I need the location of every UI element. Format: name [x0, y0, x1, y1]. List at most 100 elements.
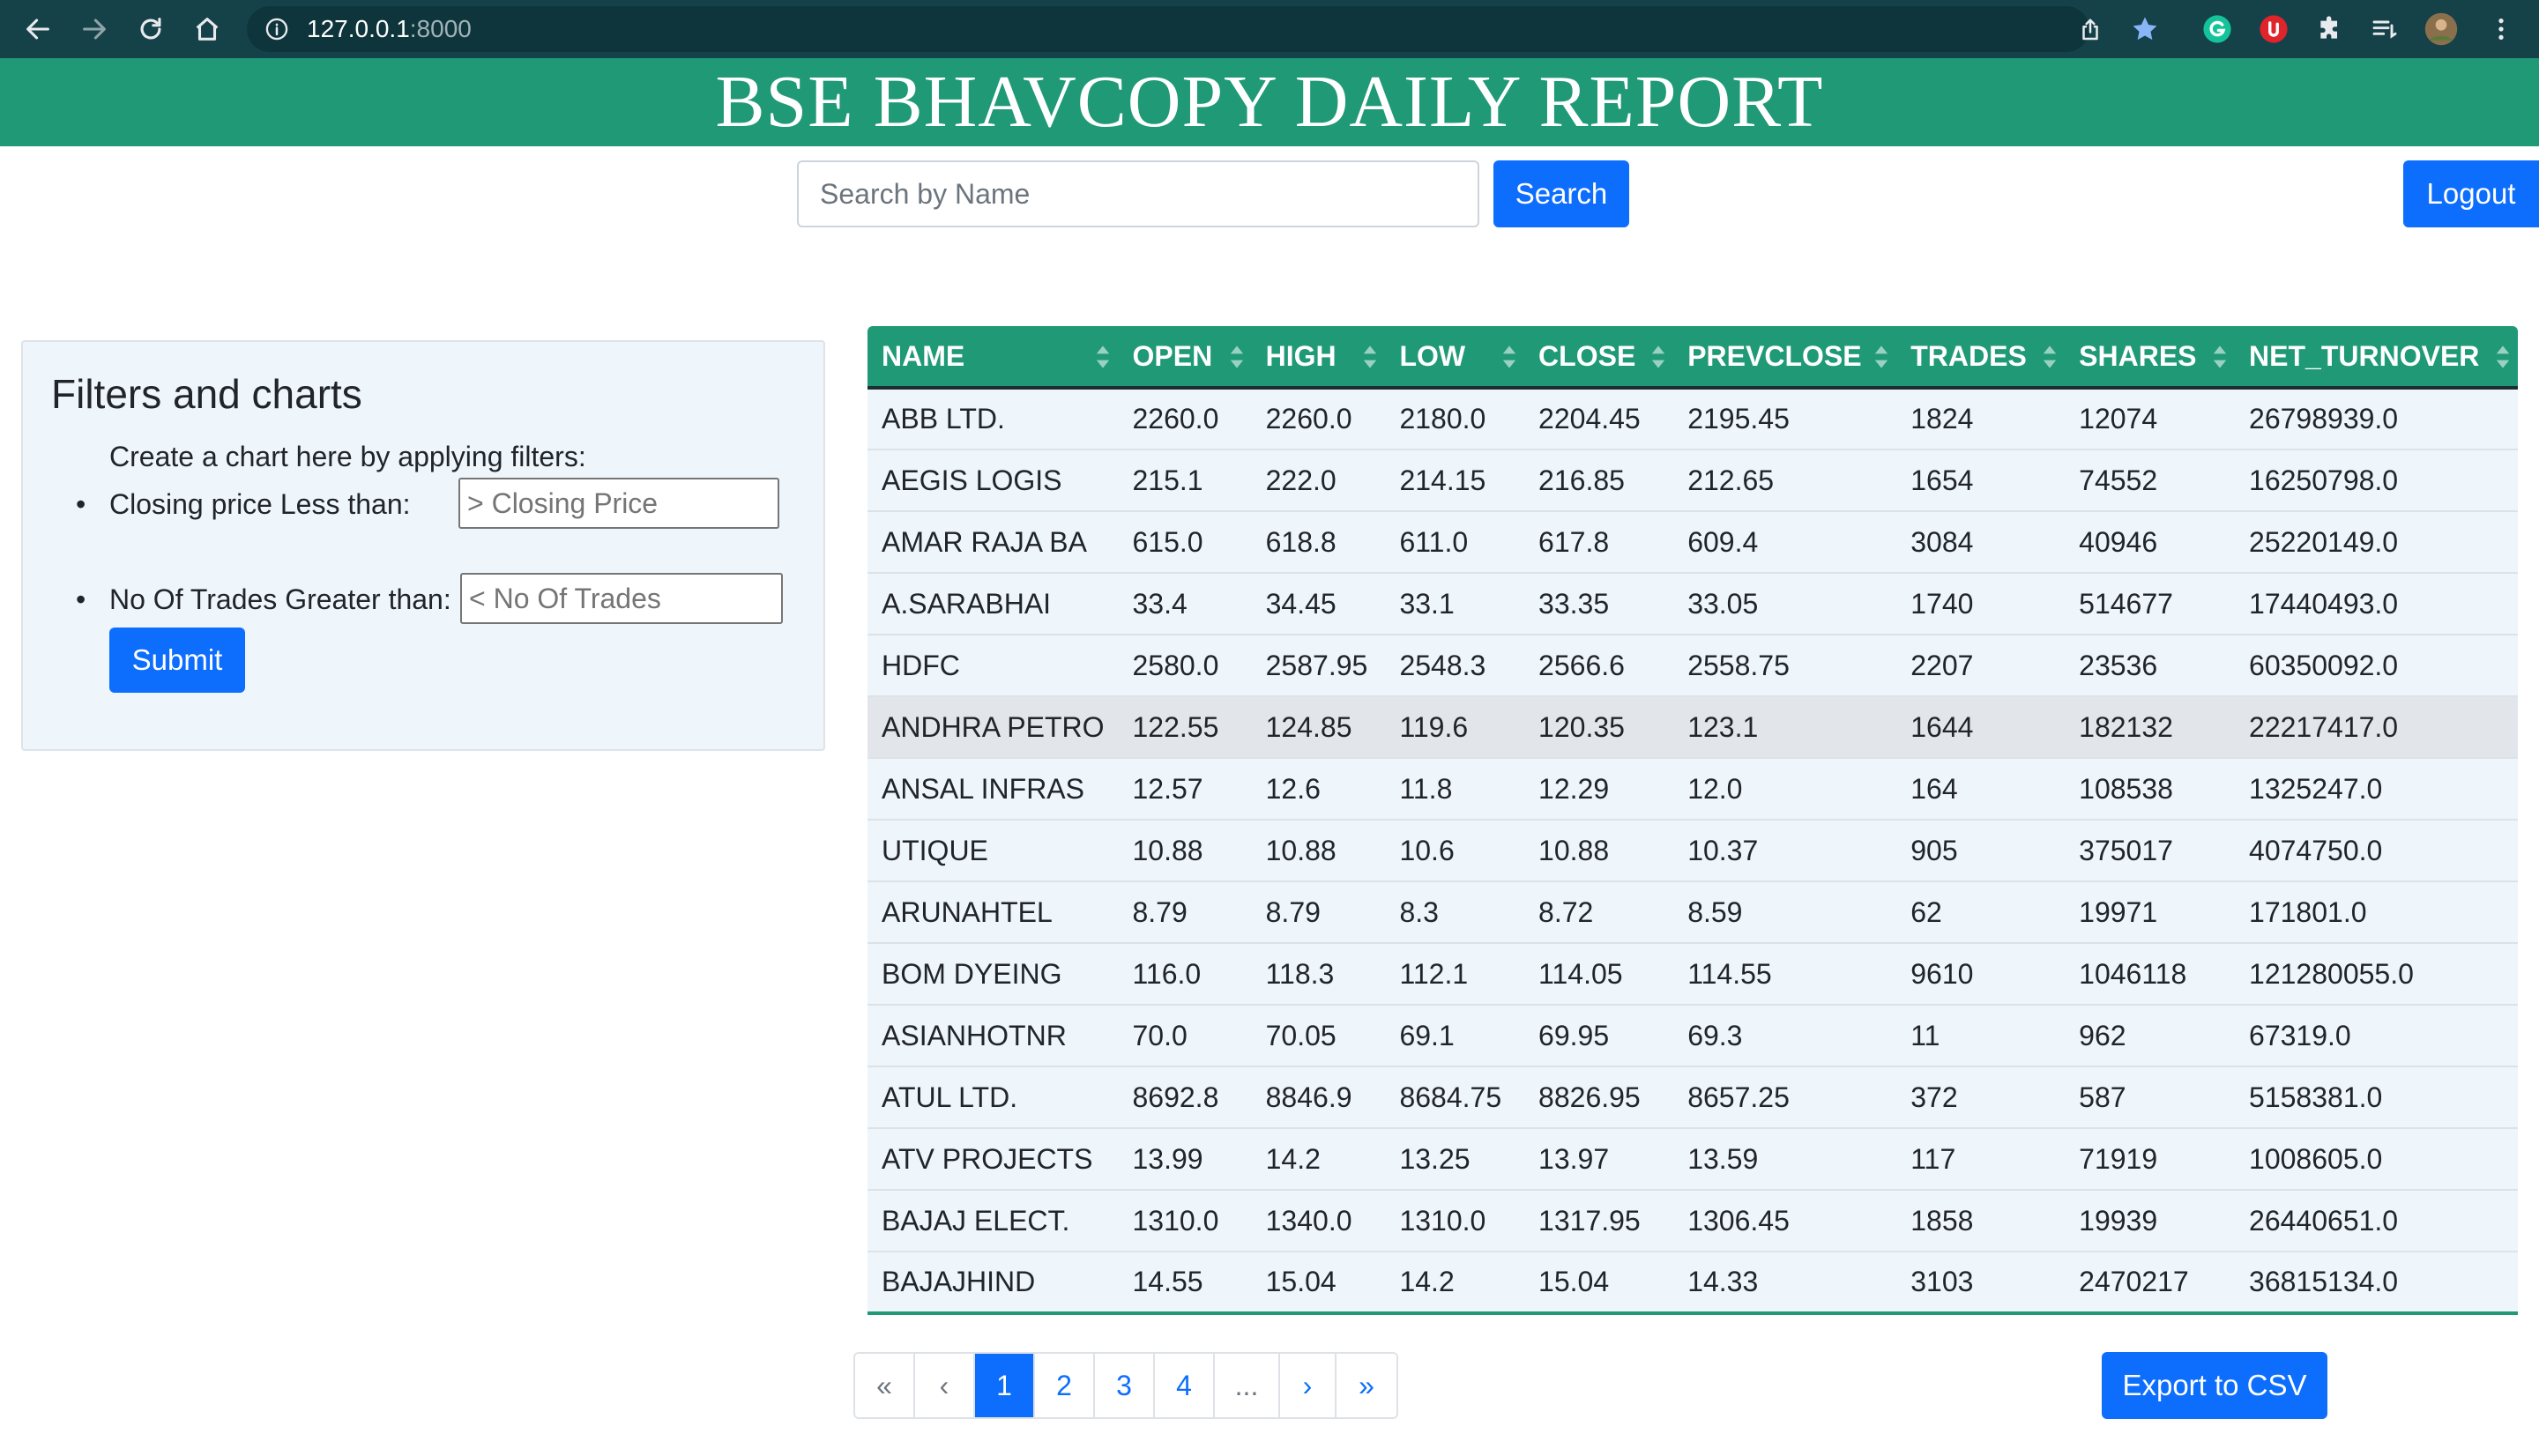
- table-cell-prevclose: 12.0: [1673, 758, 1897, 821]
- filters-intro: Create a chart here by applying filters:: [109, 441, 586, 472]
- reload-icon[interactable]: [130, 9, 171, 49]
- column-header-trades[interactable]: TRADES: [1896, 326, 2066, 390]
- home-icon[interactable]: [187, 9, 227, 49]
- table-row[interactable]: AEGIS LOGIS 215.1 222.0 214.15 216.85 212.65 1…: [867, 449, 2518, 512]
- table-row[interactable]: ATUL LTD. 8692.8 8846.9 8684.75 8826.95 8657.…: [867, 1066, 2518, 1129]
- trades-input[interactable]: [460, 573, 783, 624]
- sort-icon[interactable]: [1501, 344, 1517, 370]
- share-icon[interactable]: [2077, 17, 2103, 43]
- table-cell-name: ABB LTD.: [867, 388, 1119, 450]
- closing-price-label: Closing price Less than:: [109, 488, 411, 520]
- extension-red-icon[interactable]: [2257, 12, 2290, 46]
- table-row[interactable]: UTIQUE 10.88 10.88 10.6 10.88 10.37 905 375017 4…: [867, 820, 2518, 882]
- table-cell-shares: 74552: [2065, 449, 2236, 512]
- page-2[interactable]: 2: [1035, 1354, 1095, 1417]
- table-cell-close: 12.29: [1524, 758, 1674, 821]
- puzzle-extensions-icon[interactable]: [2313, 12, 2347, 46]
- sort-icon[interactable]: [1650, 344, 1666, 370]
- export-csv-button[interactable]: Export to CSV: [2102, 1352, 2327, 1419]
- reading-list-icon[interactable]: [2368, 12, 2401, 46]
- table-cell-close: 1317.95: [1524, 1190, 1674, 1252]
- table-cell-close: 33.35: [1524, 573, 1674, 635]
- page-last[interactable]: »: [1337, 1354, 1396, 1417]
- column-header-shares[interactable]: SHARES: [2065, 326, 2236, 390]
- page-title: BSE BHAVCOPY DAILY REPORT: [715, 61, 1824, 143]
- trades-label: No Of Trades Greater than:: [109, 583, 451, 615]
- table-row[interactable]: BAJAJHIND 14.55 15.04 14.2 15.04 14.33 3103 247…: [867, 1252, 2518, 1315]
- table-cell-close: 114.05: [1524, 943, 1674, 1006]
- table-cell-shares: 19939: [2065, 1190, 2236, 1252]
- table-cell-shares: 1046118: [2065, 943, 2236, 1006]
- table-cell-close: 120.35: [1524, 696, 1674, 759]
- table-row[interactable]: ANSAL INFRAS 12.57 12.6 11.8 12.29 12.0 164 108…: [867, 758, 2518, 821]
- table-cell-open: 2260.0: [1118, 388, 1252, 450]
- table-cell-prevclose: 212.65: [1673, 449, 1897, 512]
- sort-icon[interactable]: [2042, 344, 2058, 370]
- table-cell-close: 8826.95: [1524, 1066, 1674, 1129]
- closing-price-input[interactable]: [458, 478, 779, 529]
- table-cell-prevclose: 8.59: [1673, 881, 1897, 944]
- table-cell-name: ANDHRA PETRO: [867, 696, 1119, 759]
- bookmark-star-icon[interactable]: [2130, 14, 2160, 44]
- sort-icon[interactable]: [2495, 344, 2511, 370]
- page-prev[interactable]: ‹: [915, 1354, 975, 1417]
- column-header-open[interactable]: OPEN: [1118, 326, 1252, 390]
- grammarly-icon[interactable]: [2200, 12, 2234, 46]
- table-cell-low: 69.1: [1385, 1005, 1525, 1067]
- table-cell-net_turnover: 17440493.0: [2235, 573, 2518, 635]
- table-row[interactable]: ABB LTD. 2260.0 2260.0 2180.0 2204.45 2195.45…: [867, 388, 2518, 450]
- kebab-menu-icon[interactable]: [2484, 12, 2518, 46]
- table-cell-low: 8684.75: [1385, 1066, 1525, 1129]
- table-header-row: NAME OPEN HIGH LOW CLOSE PREVCLOSE TRADES SHARE…: [867, 326, 2518, 390]
- table-row[interactable]: BOM DYEING 116.0 118.3 112.1 114.05 114.55 961…: [867, 943, 2518, 1006]
- table-cell-low: 1310.0: [1385, 1190, 1525, 1252]
- page-next[interactable]: ›: [1280, 1354, 1337, 1417]
- column-header-label: CLOSE: [1538, 339, 1636, 372]
- search-button[interactable]: Search: [1493, 160, 1629, 227]
- column-header-label: TRADES: [1910, 339, 2027, 372]
- table-row[interactable]: AMAR RAJA BA 615.0 618.8 611.0 617.8 609.4 308…: [867, 511, 2518, 574]
- back-arrow-icon[interactable]: [18, 9, 58, 49]
- sort-icon[interactable]: [1095, 344, 1111, 370]
- page-1[interactable]: 1: [975, 1354, 1035, 1417]
- table-cell-name: ATUL LTD.: [867, 1066, 1119, 1129]
- table-row[interactable]: ATV PROJECTS 13.99 14.2 13.25 13.97 13.59 117 7…: [867, 1128, 2518, 1191]
- page-4[interactable]: 4: [1155, 1354, 1215, 1417]
- sort-icon[interactable]: [1873, 344, 1889, 370]
- profile-avatar-icon[interactable]: [2424, 12, 2458, 46]
- page-first[interactable]: «: [855, 1354, 915, 1417]
- table-cell-net_turnover: 22217417.0: [2235, 696, 2518, 759]
- table-row[interactable]: A.SARABHAI 33.4 34.45 33.1 33.35 33.05 1740 514…: [867, 573, 2518, 635]
- table-row[interactable]: ASIANHOTNR 70.0 70.05 69.1 69.95 69.3 11 962 673…: [867, 1005, 2518, 1067]
- table-row[interactable]: ANDHRA PETRO 122.55 124.85 119.6 120.35 123.1…: [867, 696, 2518, 759]
- table-row[interactable]: HDFC 2580.0 2587.95 2548.3 2566.6 2558.75 2207…: [867, 635, 2518, 697]
- table-row[interactable]: ARUNAHTEL 8.79 8.79 8.3 8.72 8.59 62 19971 17180…: [867, 881, 2518, 944]
- table-cell-shares: 2470217: [2065, 1252, 2236, 1315]
- forward-arrow-icon[interactable]: [74, 9, 115, 49]
- sort-icon[interactable]: [1229, 344, 1245, 370]
- sort-icon[interactable]: [1362, 344, 1378, 370]
- table-cell-trades: 164: [1896, 758, 2066, 821]
- table-cell-open: 33.4: [1118, 573, 1252, 635]
- column-header-prevclose[interactable]: PREVCLOSE: [1673, 326, 1897, 390]
- table-cell-prevclose: 123.1: [1673, 696, 1897, 759]
- info-icon[interactable]: [264, 17, 289, 41]
- page-3[interactable]: 3: [1095, 1354, 1155, 1417]
- column-header-close[interactable]: CLOSE: [1524, 326, 1674, 390]
- table-cell-low: 214.15: [1385, 449, 1525, 512]
- column-header-net_turnover[interactable]: NET_TURNOVER: [2235, 326, 2518, 390]
- submit-button[interactable]: Submit: [109, 628, 245, 693]
- table-cell-net_turnover: 26798939.0: [2235, 388, 2518, 450]
- column-header-low[interactable]: LOW: [1385, 326, 1525, 390]
- table-cell-high: 12.6: [1251, 758, 1386, 821]
- address-bar[interactable]: 127.0.0.1:8000: [247, 6, 2098, 52]
- url-text[interactable]: 127.0.0.1:8000: [307, 15, 472, 43]
- sort-icon[interactable]: [2212, 344, 2228, 370]
- table-row[interactable]: BAJAJ ELECT. 1310.0 1340.0 1310.0 1317.95 130…: [867, 1190, 2518, 1252]
- column-header-high[interactable]: HIGH: [1251, 326, 1386, 390]
- table-cell-name: BAJAJ ELECT.: [867, 1190, 1119, 1252]
- logout-button[interactable]: Logout: [2403, 160, 2539, 227]
- search-input[interactable]: [797, 160, 1479, 227]
- column-header-name[interactable]: NAME: [867, 326, 1119, 390]
- table-cell-high: 10.88: [1251, 820, 1386, 882]
